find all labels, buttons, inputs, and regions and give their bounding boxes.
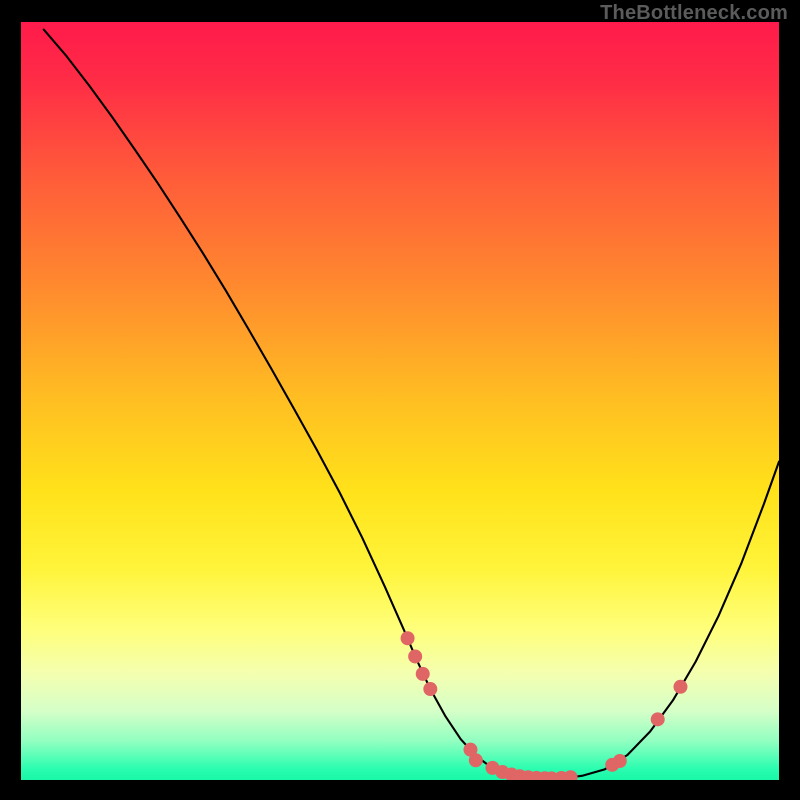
highlight-dot [423, 682, 437, 696]
attribution-label: TheBottleneck.com [600, 2, 788, 25]
bottleneck-chart [21, 22, 779, 780]
highlight-dot [401, 631, 415, 645]
chart-background [21, 22, 779, 780]
highlight-dot [469, 753, 483, 767]
highlight-dot [416, 667, 430, 681]
highlight-dot [613, 754, 627, 768]
highlight-dot [651, 712, 665, 726]
highlight-dot [673, 680, 687, 694]
chart-frame [21, 22, 779, 780]
highlight-dot [408, 649, 422, 663]
